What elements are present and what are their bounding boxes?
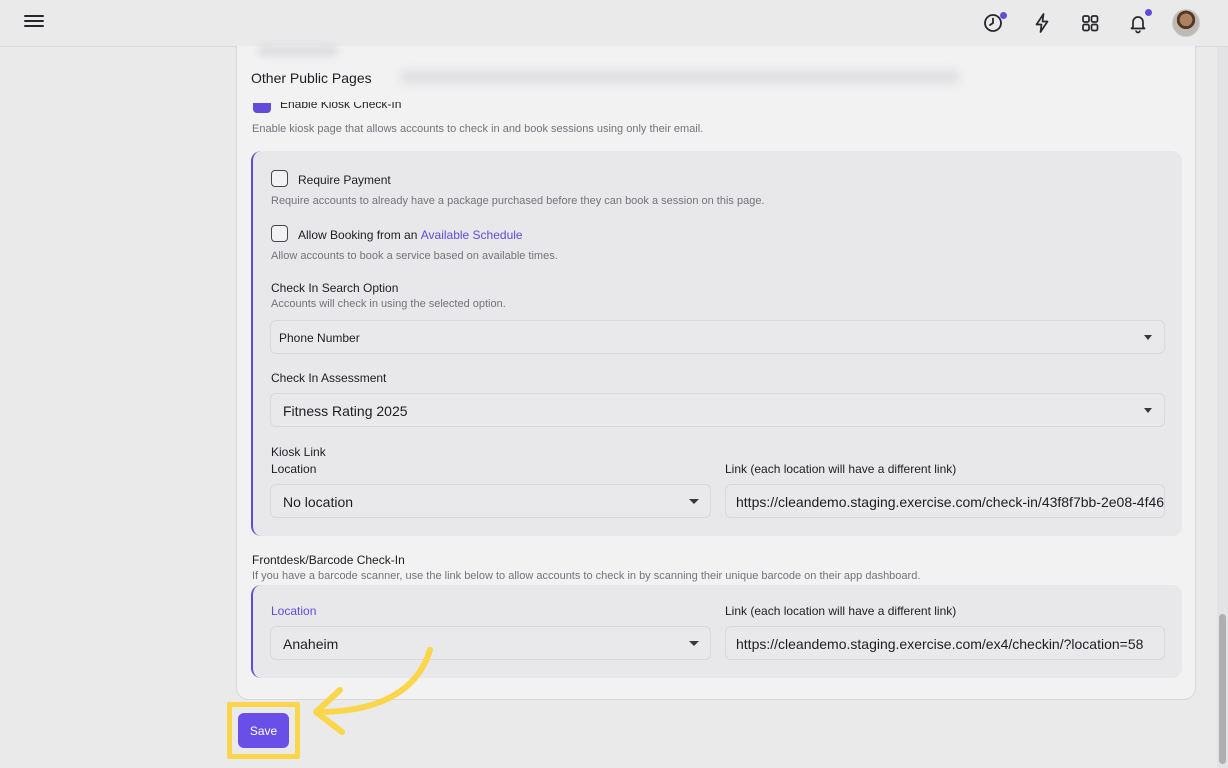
chevron-down-icon xyxy=(689,641,699,646)
search-option-label: Check In Search Option xyxy=(271,281,399,295)
frontdesk-link-input[interactable]: https://cleandemo.staging.exercise.com/e… xyxy=(725,626,1165,660)
chevron-down-icon xyxy=(689,499,699,504)
search-option-select[interactable]: Phone Number xyxy=(270,320,1165,354)
assessment-select[interactable]: Fitness Rating 2025 xyxy=(270,393,1165,427)
section-title: Other Public Pages xyxy=(251,70,372,86)
frontdesk-link-value: https://cleandemo.staging.exercise.com/e… xyxy=(736,636,1144,652)
kiosk-link-label: Kiosk Link xyxy=(271,445,326,459)
kiosk-location-value: No location xyxy=(283,494,354,510)
search-option-description: Accounts will check in using the selecte… xyxy=(271,298,506,310)
clock-icon[interactable] xyxy=(980,10,1007,36)
require-payment-checkbox[interactable] xyxy=(271,170,288,187)
kiosk-link-input[interactable]: https://cleandemo.staging.exercise.com/c… xyxy=(725,484,1165,518)
lightning-icon[interactable] xyxy=(1029,10,1055,36)
save-button[interactable]: Save xyxy=(238,713,289,748)
assessment-value: Fitness Rating 2025 xyxy=(283,403,408,419)
blurred-content xyxy=(258,46,338,56)
kiosk-description: Enable kiosk page that allows accounts t… xyxy=(252,123,704,135)
bell-icon[interactable] xyxy=(1125,9,1152,36)
chevron-down-icon xyxy=(1144,408,1152,413)
chevron-down-icon xyxy=(1144,335,1152,340)
frontdesk-location-label: Location xyxy=(271,604,317,618)
notification-dot xyxy=(1145,9,1152,16)
kiosk-link-value: https://cleandemo.staging.exercise.com/c… xyxy=(736,494,1165,510)
avatar[interactable] xyxy=(1172,9,1200,37)
frontdesk-description: If you have a barcode scanner, use the l… xyxy=(252,570,921,582)
frontdesk-link-label: Link (each location will have a differen… xyxy=(725,604,957,618)
available-schedule-link[interactable]: Available Schedule xyxy=(421,228,523,242)
kiosk-link-url-label: Link (each location will have a differen… xyxy=(725,462,957,476)
kiosk-toggle-label: Enable Kiosk Check-In xyxy=(280,102,402,111)
kiosk-location-label: Location xyxy=(271,462,317,476)
scrollbar-thumb[interactable] xyxy=(1219,614,1226,764)
search-option-value: Phone Number xyxy=(279,331,360,345)
menu-icon[interactable] xyxy=(24,13,44,33)
notification-dot xyxy=(1000,12,1007,19)
frontdesk-title: Frontdesk/Barcode Check-In xyxy=(252,553,405,567)
frontdesk-location-value: Anaheim xyxy=(283,636,339,652)
allow-booking-label: Allow Booking from an Available Schedule xyxy=(298,228,523,242)
grid-icon[interactable] xyxy=(1077,10,1103,36)
blurred-content xyxy=(400,70,960,84)
kiosk-checkbox[interactable] xyxy=(253,103,271,113)
allow-booking-label-text: Allow Booking from an xyxy=(298,228,418,242)
top-bar xyxy=(0,0,1228,47)
allow-booking-description: Allow accounts to book a service based o… xyxy=(271,250,558,262)
assessment-label: Check In Assessment xyxy=(271,371,387,385)
require-payment-label: Require Payment xyxy=(298,173,391,187)
frontdesk-location-select[interactable]: Anaheim xyxy=(270,626,711,660)
require-payment-description: Require accounts to already have a packa… xyxy=(271,195,765,207)
kiosk-location-select[interactable]: No location xyxy=(270,484,711,518)
allow-booking-checkbox[interactable] xyxy=(271,225,288,242)
